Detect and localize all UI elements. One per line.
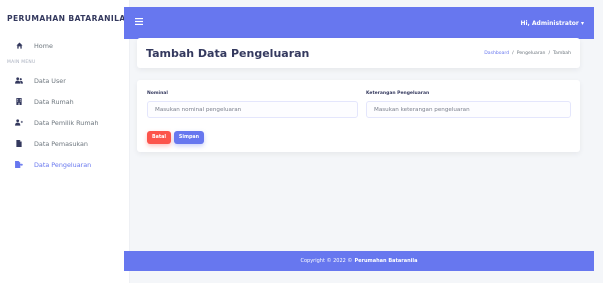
sidebar-item-data-pemasukan[interactable]: Data Pemasukan [0,138,129,149]
sidebar: PERUMAHAN BATARANILA Home MAIN MENU Data… [0,0,130,283]
save-button[interactable]: Simpan [174,131,204,144]
breadcrumb-separator: / [512,50,514,56]
page-header: Tambah Data Pengeluaran Dashboard / Peng… [137,38,580,68]
sidebar-item-label: Data Pemilik Rumah [34,118,99,127]
keterangan-input[interactable] [366,101,571,118]
breadcrumb: Dashboard / Pengeluaran / Tambah [484,51,571,56]
form-card: Nominal Keterangan Pengeluaran Batal Sim… [137,80,580,152]
file-export-icon [15,161,23,169]
nominal-input[interactable] [147,101,358,118]
sidebar-item-label: Data Rumah [34,97,74,106]
topbar: Hi, Administrator ▾ [124,7,594,39]
building-icon [15,98,23,106]
menu-header: MAIN MENU [7,60,36,65]
sidebar-item-data-user[interactable]: Data User [0,75,129,86]
breadcrumb-pengeluaran[interactable]: Pengeluaran [517,51,546,56]
sidebar-item-label: Data Pemasukan [34,139,88,148]
page-title: Tambah Data Pengeluaran [146,46,310,60]
sidebar-brand[interactable]: PERUMAHAN BATARANILA [0,0,129,36]
footer-company-name: Perumahan Bataranila [354,258,418,264]
home-icon [15,42,23,50]
breadcrumb-tambah: Tambah [553,50,571,56]
sidebar-item-data-pemilik-rumah[interactable]: Data Pemilik Rumah [0,117,129,128]
sidebar-item-label: Data User [34,76,66,85]
footer: Copyright © 2022 © Perumahan Bataranila [124,251,594,271]
sidebar-item-data-rumah[interactable]: Data Rumah [0,96,129,107]
nominal-label: Nominal [147,91,168,96]
user-menu-dropdown[interactable]: Hi, Administrator ▾ [520,20,584,27]
keterangan-label: Keterangan Pengeluaran [366,91,430,96]
sidebar-item-label: Data Pengeluaran [34,160,92,169]
bars-icon[interactable] [135,18,143,28]
sidebar-item-data-pengeluaran[interactable]: Data Pengeluaran [0,159,129,170]
user-plus-icon [15,119,23,127]
footer-copyright: Copyright © 2022 © [300,258,353,264]
breadcrumb-separator: / [548,50,551,56]
file-icon [15,140,23,148]
sidebar-item-label: Home [34,41,53,50]
breadcrumb-dashboard[interactable]: Dashboard [484,51,509,56]
users-icon [15,77,23,85]
cancel-button[interactable]: Batal [147,131,171,144]
sidebar-item-home[interactable]: Home [0,40,129,51]
